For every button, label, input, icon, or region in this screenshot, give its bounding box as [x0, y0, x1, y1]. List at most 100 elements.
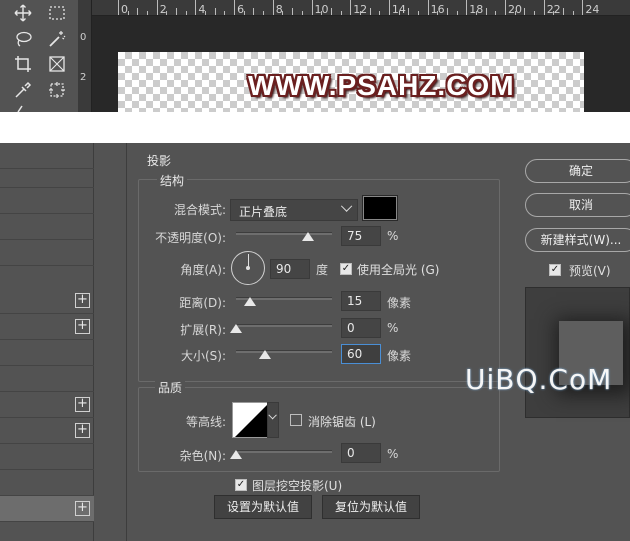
noise-unit: %	[387, 447, 399, 461]
ruler-tick-label: 24	[585, 3, 600, 16]
preview-checkbox[interactable]: ✓	[549, 264, 561, 276]
ruler-tick	[195, 0, 197, 15]
ruler-minor-tick	[514, 11, 516, 15]
add-effect-button[interactable]: +	[75, 423, 90, 438]
list-item[interactable]	[0, 470, 94, 496]
ruler-minor-tick	[214, 8, 216, 15]
marquee-tool-icon[interactable]	[46, 2, 68, 24]
move-tool-icon[interactable]	[12, 2, 34, 24]
ruler-minor-tick	[369, 8, 371, 15]
noise-field[interactable]: 0	[341, 443, 381, 463]
list-item[interactable]	[0, 340, 94, 366]
list-item[interactable]: +	[0, 392, 94, 418]
ruler-minor-tick	[185, 11, 187, 15]
document-canvas[interactable]: WWW.PSAHZ.COM	[118, 52, 584, 112]
list-item[interactable]	[0, 240, 94, 266]
size-field[interactable]: 60	[341, 344, 381, 364]
blend-mode-select[interactable]: 正片叠底	[230, 199, 358, 221]
cancel-button[interactable]: 取消	[525, 193, 630, 217]
size-label: 大小(S):	[180, 349, 226, 363]
frame-tool-icon[interactable]	[46, 53, 68, 75]
ok-button[interactable]: 确定	[525, 159, 630, 183]
brush-tool-icon[interactable]	[12, 104, 34, 112]
contour-label: 等高线:	[185, 415, 226, 429]
ruler-minor-tick	[263, 11, 265, 15]
list-item[interactable]	[0, 188, 94, 214]
ruler-minor-tick	[437, 11, 439, 15]
list-gutter	[94, 143, 128, 541]
opacity-slider-thumb[interactable]	[302, 232, 314, 241]
new-style-button[interactable]: 新建样式(W)...	[525, 228, 630, 252]
add-effect-button[interactable]: +	[75, 501, 90, 516]
noise-label: 杂色(N):	[179, 449, 226, 463]
canvas-text-layer: WWW.PSAHZ.COM	[248, 70, 515, 101]
ruler-measure-icon[interactable]	[46, 79, 68, 101]
add-effect-button[interactable]: +	[75, 293, 90, 308]
size-slider-thumb[interactable]	[258, 350, 271, 359]
layer-style-dialog: + + + + + 投影 结构 混合模式: 正片叠底 不透明度(O): 75 %…	[0, 143, 630, 541]
angle-dial[interactable]	[231, 251, 265, 285]
global-light-checkbox[interactable]: ✓	[340, 263, 352, 275]
tools-panel	[0, 0, 78, 112]
spread-slider-track[interactable]	[236, 324, 332, 327]
ruler-minor-tick	[456, 11, 458, 15]
opacity-slider-track[interactable]	[236, 232, 332, 235]
make-default-button[interactable]: 设置为默认值	[214, 495, 312, 519]
noise-slider-track[interactable]	[236, 450, 332, 453]
ruler-minor-tick	[340, 11, 342, 15]
antialias-checkbox[interactable]	[290, 414, 302, 426]
ruler-minor-tick	[563, 8, 565, 15]
ruler-minor-tick	[330, 8, 332, 15]
list-item[interactable]	[0, 162, 94, 188]
magic-wand-icon[interactable]	[46, 28, 68, 50]
ruler-minor-tick	[321, 11, 323, 15]
spread-field[interactable]: 0	[341, 318, 381, 338]
crop-tool-icon[interactable]	[12, 53, 34, 75]
list-item-drop-shadow[interactable]: +	[0, 496, 94, 522]
global-light-label: 使用全局光 (G)	[357, 263, 440, 277]
distance-field[interactable]: 15	[341, 291, 381, 311]
list-item[interactable]: +	[0, 418, 94, 444]
knockout-checkbox[interactable]: ✓	[235, 479, 247, 491]
list-item[interactable]	[0, 214, 94, 240]
ruler-minor-tick	[417, 11, 419, 15]
ruler-minor-tick	[359, 11, 361, 15]
ruler-minor-tick	[243, 11, 245, 15]
ruler-minor-tick	[127, 11, 129, 15]
ruler-minor-tick	[553, 11, 555, 15]
antialias-label: 消除锯齿 (L)	[308, 415, 376, 429]
ruler-minor-tick	[253, 8, 255, 15]
ruler-minor-tick	[147, 11, 149, 15]
ruler-tick	[118, 0, 119, 15]
ruler-tick	[582, 0, 584, 15]
shadow-color-swatch[interactable]	[362, 195, 398, 221]
list-item[interactable]: +	[0, 314, 94, 340]
distance-unit: 像素	[387, 296, 412, 310]
opacity-field[interactable]: 75	[341, 226, 381, 246]
contour-dropdown[interactable]	[267, 402, 279, 438]
spread-label: 扩展(R):	[180, 323, 226, 337]
lasso-tool-icon[interactable]	[12, 28, 34, 50]
photoshop-workspace: 0 2 0 2 4 6 8 10 12 14 16 18 20 22 24 WWW.PSAHZ.COM	[0, 0, 630, 112]
list-item[interactable]	[0, 366, 94, 392]
spread-slider-thumb[interactable]	[230, 324, 242, 333]
ruler-minor-tick	[524, 8, 526, 15]
style-preview	[525, 287, 630, 418]
add-effect-button[interactable]: +	[75, 397, 90, 412]
ruler-tick	[350, 0, 352, 15]
eyedropper-icon[interactable]	[12, 79, 34, 101]
chevron-down-icon	[340, 200, 353, 212]
size-slider-track[interactable]	[236, 350, 332, 353]
contour-picker[interactable]	[232, 402, 268, 438]
ruler-minor-tick	[398, 11, 400, 15]
noise-slider-thumb[interactable]	[230, 450, 242, 459]
white-separator	[0, 112, 630, 143]
distance-slider-thumb[interactable]	[244, 297, 257, 306]
add-effect-button[interactable]: +	[75, 319, 90, 334]
ruler-minor-tick	[485, 8, 487, 15]
angle-label: 角度(A):	[180, 263, 226, 277]
angle-field[interactable]: 90	[270, 259, 310, 279]
list-item[interactable]: +	[0, 288, 94, 314]
list-item[interactable]	[0, 444, 94, 470]
reset-default-button[interactable]: 复位为默认值	[322, 495, 420, 519]
